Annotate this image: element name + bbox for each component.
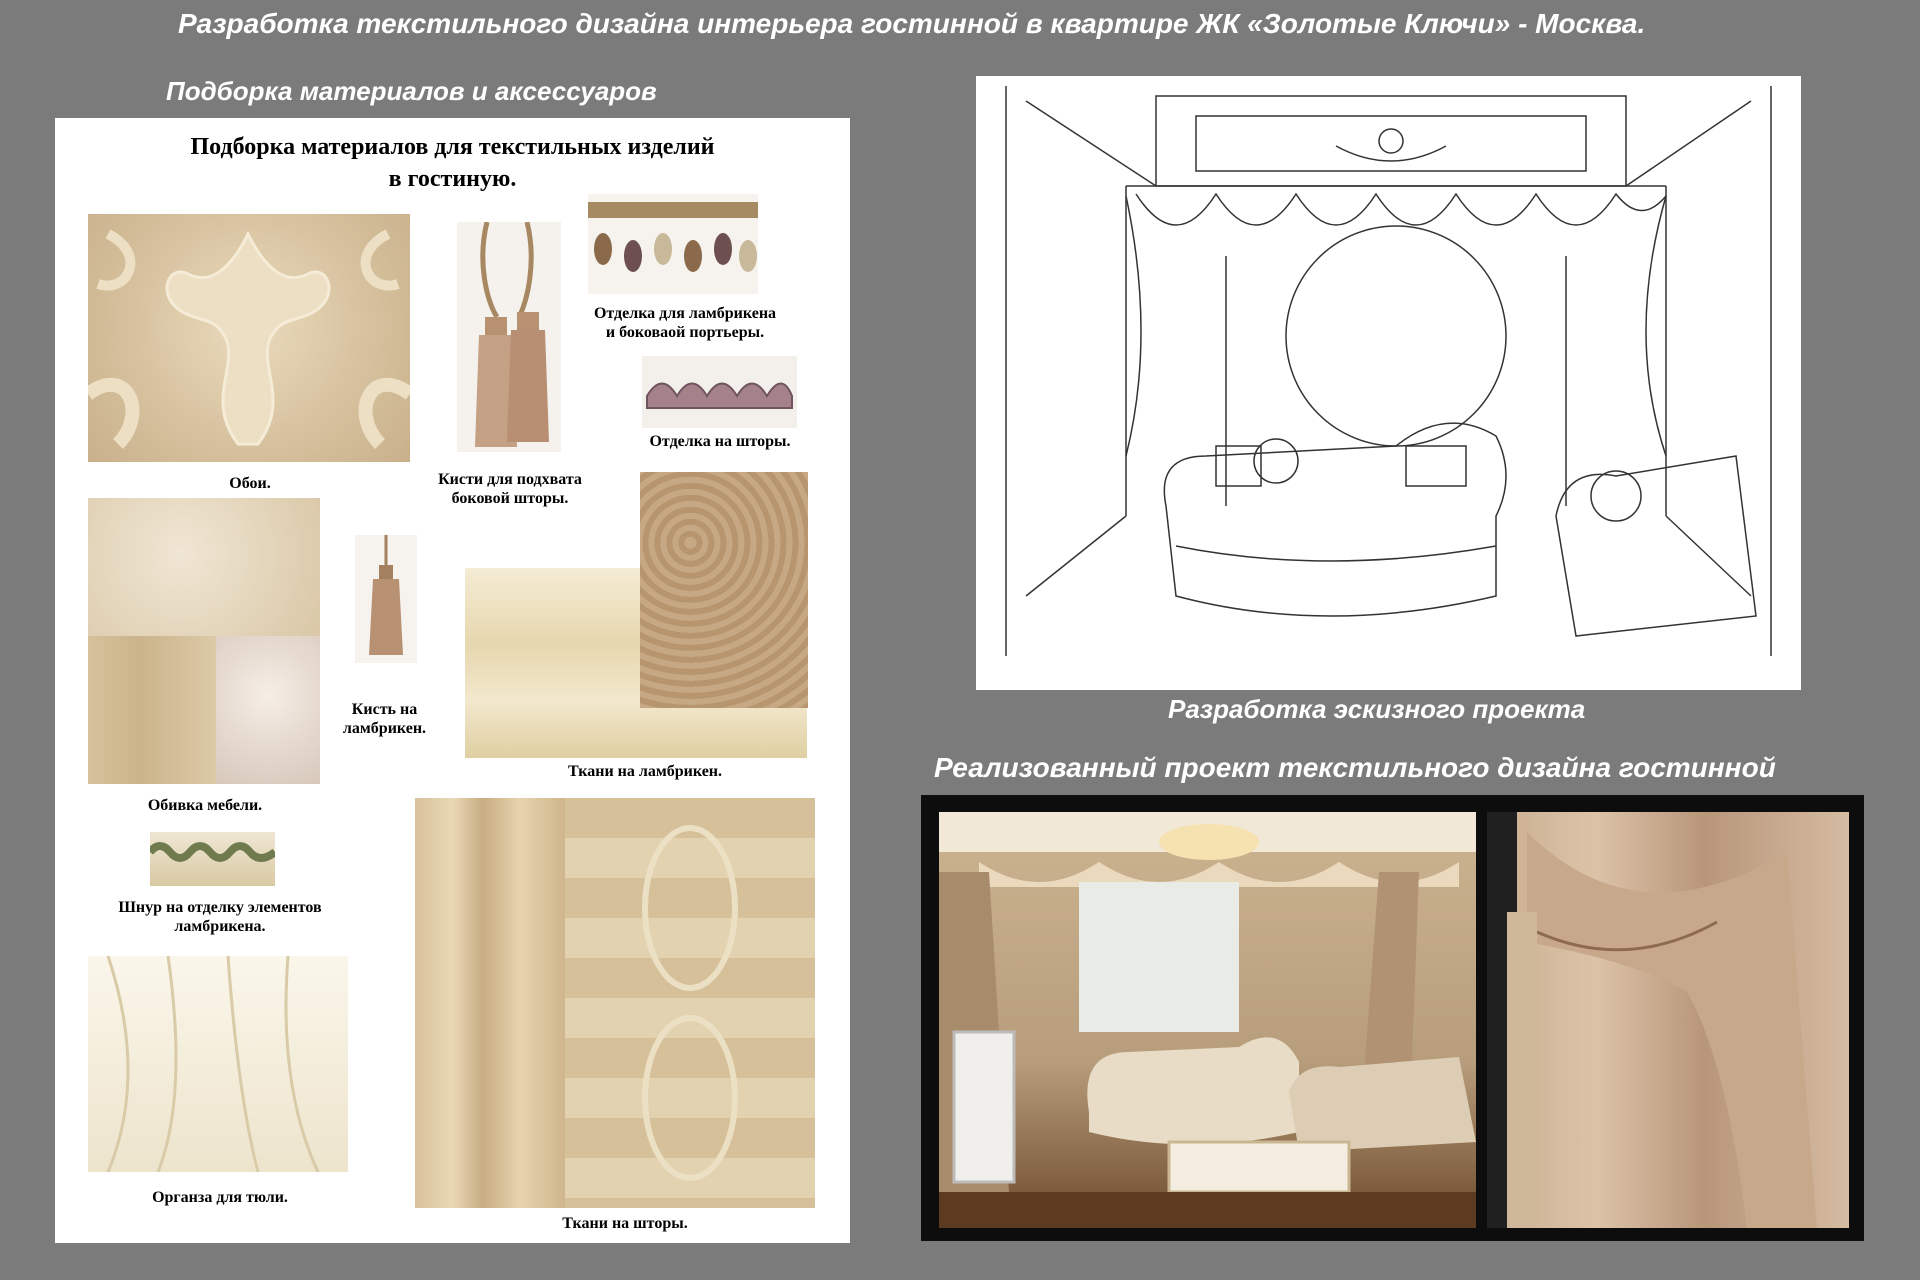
caption-organza: Органза для тюли. <box>152 1189 288 1206</box>
fringe-trim-swatch <box>588 194 758 294</box>
materials-heading: Подборка материалов и аксессуаров <box>166 76 657 106</box>
caption-curtain-fabrics: Ткани на шторы. <box>562 1215 688 1232</box>
cord-trim-swatch <box>150 832 275 886</box>
living-room-photo <box>939 812 1476 1228</box>
board-title-line1: Подборка материалов для текстильных изде… <box>190 134 715 160</box>
upholstery-velvet-swatch <box>216 636 320 784</box>
organza-swatch <box>88 956 348 1172</box>
board-title-line2: в гостиную. <box>388 166 517 192</box>
curtain-detail-photo <box>1487 812 1849 1228</box>
caption-cord-1: Шнур на отделку элементов <box>118 899 322 916</box>
caption-valance-fabrics: Ткани на ламбрикен. <box>567 763 723 780</box>
curtain-silk-swatch <box>415 798 565 1208</box>
curtain-jacquard-swatch <box>565 798 815 1208</box>
caption-tassels-2: боковой шторы. <box>451 490 569 507</box>
caption-small-tassel-2: ламбрикен. <box>342 720 427 737</box>
interior-sketch <box>976 76 1801 690</box>
sketch-caption: Разработка эскизного проекта <box>1168 694 1586 724</box>
caption-trim-2: и боковаой портьеры. <box>605 324 765 341</box>
tieback-tassels-swatch <box>457 222 561 452</box>
curtain-trim-swatch <box>642 356 797 428</box>
upholstery-plain-swatch <box>88 636 216 784</box>
wallpaper-swatch <box>88 214 410 462</box>
photo-heading: Реализованный проект текстильного дизайн… <box>934 752 1776 783</box>
caption-tassels-1: Кисти для подхвата <box>438 471 582 488</box>
caption-cord-2: ламбрикена. <box>174 918 266 935</box>
caption-trim-1: Отделка для ламбрикена <box>593 305 777 322</box>
photo-collage <box>921 795 1864 1241</box>
caption-small-tassel-1: Кисть на <box>351 701 418 718</box>
materials-board: Подборка материалов для текстильных изде… <box>55 118 850 1243</box>
page-title: Разработка текстильного дизайна интерьер… <box>178 8 1646 39</box>
small-tassel-swatch <box>355 535 417 663</box>
caption-curtain-trim: Отделка на шторы. <box>649 433 791 450</box>
caption-wallpaper: Обои. <box>229 475 271 492</box>
upholstery-damask-swatch <box>88 498 320 636</box>
valance-jacquard-swatch <box>640 472 808 708</box>
caption-upholstery: Обивка мебели. <box>147 797 263 814</box>
